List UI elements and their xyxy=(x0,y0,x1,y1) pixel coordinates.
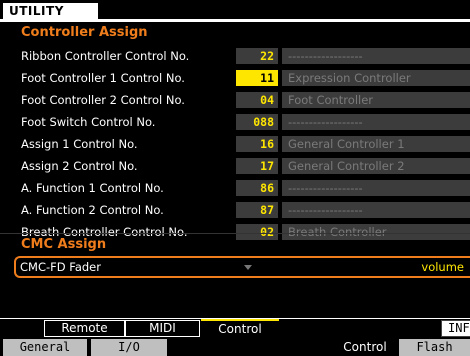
control-number-field[interactable]: 17 xyxy=(236,158,278,174)
control-number-field[interactable]: 16 xyxy=(236,136,278,152)
control-number-field[interactable]: 04 xyxy=(236,92,278,108)
control-number-field[interactable]: 22 xyxy=(236,48,278,64)
control-description: General Controller 2 xyxy=(282,158,470,174)
tab-midi[interactable]: MIDI xyxy=(125,320,200,337)
title-rule xyxy=(0,19,470,22)
control-description: Foot Controller xyxy=(282,92,470,108)
controller-row-label: Foot Controller 1 Control No. xyxy=(21,71,185,85)
controller-assign-list: Ribbon Controller Control No. 22 ---------… xyxy=(21,45,470,243)
controller-row-label: A. Function 1 Control No. xyxy=(21,181,164,195)
controller-row-label: A. Function 2 Control No. xyxy=(21,203,164,217)
controller-row[interactable]: Assign 1 Control No. 16 General Controller… xyxy=(21,133,470,155)
dropdown-arrow-icon[interactable] xyxy=(244,265,252,270)
info-button[interactable]: INFO xyxy=(441,320,470,337)
control-description: ------------------ xyxy=(282,202,470,218)
controller-row-label: Ribbon Controller Control No. xyxy=(21,49,190,63)
controller-row-label: Assign 1 Control No. xyxy=(21,137,138,151)
cmc-fader-label: CMC-FD Fader xyxy=(20,260,101,274)
controller-row[interactable]: Assign 2 Control No. 17 General Controller… xyxy=(21,155,470,177)
controller-row-label: Foot Switch Control No. xyxy=(21,115,156,129)
controller-row[interactable]: Ribbon Controller Control No. 22 ---------… xyxy=(21,45,470,67)
section-heading-controller-assign: Controller Assign xyxy=(21,25,148,40)
control-number-field[interactable]: 86 xyxy=(236,180,278,196)
control-number-field[interactable]: 87 xyxy=(236,202,278,218)
tab-control-secondary[interactable]: Control xyxy=(335,339,395,356)
tab-remote[interactable]: Remote xyxy=(44,320,125,337)
control-description: Expression Controller xyxy=(282,70,470,86)
section-divider xyxy=(0,233,470,234)
control-number-field[interactable]: 11 xyxy=(236,70,278,86)
controller-row-label: Foot Controller 2 Control No. xyxy=(21,93,185,107)
tabbar-secondary: General I/O Control Flash xyxy=(0,339,470,356)
control-description: ------------------ xyxy=(282,48,470,64)
controller-row[interactable]: A. Function 1 Control No. 86 -------------… xyxy=(21,177,470,199)
controller-row[interactable]: A. Function 2 Control No. 87 -------------… xyxy=(21,199,470,221)
control-description: ------------------ xyxy=(282,180,470,196)
tab-control[interactable]: Control xyxy=(201,319,279,337)
section-heading-cmc-assign: CMC Assign xyxy=(21,237,107,252)
controller-row[interactable]: Foot Switch Control No. 088 --------------… xyxy=(21,111,470,133)
control-description: ------------------ xyxy=(282,114,470,130)
tab-general[interactable]: General xyxy=(3,339,87,356)
tabbar-primary: Remote MIDI Control INFO xyxy=(0,319,470,337)
control-description: General Controller 1 xyxy=(282,136,470,152)
control-number-field[interactable]: 088 xyxy=(236,114,278,130)
tab-flash[interactable]: Flash xyxy=(399,339,470,356)
cmc-fader-row[interactable]: CMC-FD Fader volume xyxy=(14,256,470,278)
controller-row-label: Assign 2 Control No. xyxy=(21,159,138,173)
control-description: Breath Controller xyxy=(282,224,470,240)
cmc-fader-value[interactable]: volume xyxy=(421,260,464,275)
controller-row[interactable]: Foot Controller 1 Control No. 11 Expressio… xyxy=(21,67,470,89)
control-number-field[interactable]: 02 xyxy=(236,224,278,240)
screen-title: UTILITY xyxy=(3,3,98,19)
controller-row[interactable]: Foot Controller 2 Control No. 04 Foot Cont… xyxy=(21,89,470,111)
tab-io[interactable]: I/O xyxy=(91,339,167,356)
utility-screen: UTILITY Controller Assign Ribbon Control… xyxy=(0,0,470,356)
